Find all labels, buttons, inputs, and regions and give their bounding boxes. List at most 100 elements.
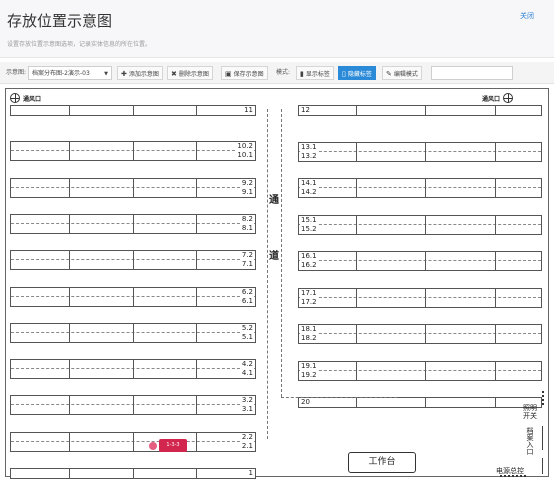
switch-ticks xyxy=(542,391,544,405)
shelf-unit[interactable]: 3.2 3.1 xyxy=(10,395,256,416)
shelf-unit[interactable]: 15.1 15.2 xyxy=(298,214,542,235)
shelf-unit[interactable]: 11 xyxy=(10,105,256,116)
shelf-unit[interactable]: 13.1 13.2 xyxy=(298,141,542,162)
vent-right: 通风口 xyxy=(482,93,514,103)
shelf-unit[interactable]: 16.1 16.2 xyxy=(298,251,542,271)
shelf-row xyxy=(299,188,541,197)
shelf-unit[interactable]: 19.1 19.2 xyxy=(298,360,542,381)
save-diagram-button[interactable]: ▣ 保存示意图 xyxy=(221,66,268,80)
shelf-unit[interactable]: 7.2 7.1 xyxy=(10,250,256,271)
shelf-divider xyxy=(196,287,197,306)
shelf-unit[interactable]: 17.1 17.2 xyxy=(298,287,542,308)
vent-right-label: 通风口 xyxy=(482,95,501,103)
shelf-label: 15.1 xyxy=(300,215,318,225)
shelf-unit[interactable]: 4.2 4.1 xyxy=(10,359,256,380)
chevron-down-icon: ▼ xyxy=(104,71,108,77)
bookmark-icon: ▮ xyxy=(300,70,304,78)
light-switch-line-2: 开关 xyxy=(523,412,537,420)
shelf-label: 4.2 xyxy=(240,360,254,370)
shelf-divider xyxy=(356,215,357,234)
plus-icon: ✚ xyxy=(121,70,127,78)
shelf-divider xyxy=(196,360,197,379)
shelf-divider xyxy=(69,287,70,306)
shelf-unit[interactable]: 14.1 14.2 xyxy=(298,178,542,198)
shelf-divider xyxy=(196,214,197,233)
shelf-unit[interactable]: 2.2 2.1 xyxy=(10,431,256,452)
shelf-row xyxy=(299,325,541,334)
shelf-label: 18.1 xyxy=(300,325,318,334)
workbench: 工作台 xyxy=(348,452,416,473)
shelf-unit[interactable]: 6.2 6.1 xyxy=(10,286,256,307)
shelf-unit[interactable]: 5.2 5.1 xyxy=(10,322,256,343)
shelf-divider xyxy=(196,142,197,161)
shelf-label: 10.1 xyxy=(236,151,254,161)
shelf-divider xyxy=(69,396,70,415)
shelf-label: 3.1 xyxy=(240,405,254,415)
shelf-divider xyxy=(495,142,496,161)
shelf-row xyxy=(299,225,541,234)
shelf-divider xyxy=(133,214,134,233)
edit-mode-button[interactable]: ✎ 编辑模式 xyxy=(382,66,422,80)
shelf-divider xyxy=(356,106,357,115)
shelf-divider xyxy=(356,288,357,307)
shelf-divider xyxy=(495,288,496,307)
shelf-divider xyxy=(196,251,197,270)
shelf-divider xyxy=(495,361,496,380)
shelf-row xyxy=(299,371,541,380)
delete-diagram-button[interactable]: ✖ 删除示意图 xyxy=(167,66,213,80)
shelf-divider xyxy=(133,287,134,306)
location-marker[interactable] xyxy=(149,442,157,450)
shelf-unit[interactable]: 8.2 8.1 xyxy=(10,213,256,234)
shelf-divider xyxy=(69,251,70,270)
shelf-divider xyxy=(425,398,426,407)
aisle-line-left xyxy=(267,109,268,439)
shelf-unit[interactable]: 20 xyxy=(298,397,542,408)
shelf-divider xyxy=(425,252,426,270)
shelf-unit[interactable]: 10.2 10.1 xyxy=(10,141,256,162)
bookmark-outline-icon: ▯ xyxy=(342,70,346,78)
shelf-unit[interactable]: 9.2 9.1 xyxy=(10,177,256,198)
add-diagram-button[interactable]: ✚ 添加示意图 xyxy=(117,66,163,80)
hide-tags-button[interactable]: ▯ 隐藏标签 xyxy=(338,66,376,80)
toolbar: 示意图: 档案分布图-2演示-03 ▼ ✚ 添加示意图 ✖ 删除示意图 ▣ 保存示意图… xyxy=(0,62,554,84)
add-diagram-label: 添加示意图 xyxy=(128,71,159,78)
shelf-label: 20 xyxy=(300,398,311,407)
show-tags-button[interactable]: ▮ 显示标签 xyxy=(296,66,334,80)
shelf-divider xyxy=(425,215,426,234)
save-diagram-label: 保存示意图 xyxy=(233,71,264,78)
page-title: 存放位置示意图 xyxy=(7,12,113,30)
shelf-divider xyxy=(425,361,426,380)
shelf-divider xyxy=(356,398,357,407)
shelf-row xyxy=(299,106,541,115)
shelf-divider xyxy=(133,396,134,415)
shelf-divider xyxy=(196,432,197,451)
vent-left-label: 通风口 xyxy=(23,95,42,103)
shelf-divider xyxy=(69,142,70,161)
shelf-row xyxy=(299,143,541,152)
shelf-label: 18.2 xyxy=(300,334,318,343)
shelf-divider xyxy=(196,106,197,115)
location-tag[interactable]: 1-3-3 xyxy=(159,439,187,452)
shelf-label: 14.2 xyxy=(300,188,318,197)
shelf-divider xyxy=(69,106,70,115)
diagram-select[interactable]: 档案分布图-2演示-03 ▼ xyxy=(28,66,112,80)
shelf-unit[interactable]: 18.1 18.2 xyxy=(298,324,542,344)
save-icon: ▣ xyxy=(225,70,232,78)
shelf-divider xyxy=(196,323,197,342)
shelf-divider xyxy=(69,469,70,478)
search-input[interactable] xyxy=(431,66,513,80)
vent-left: 通风口 xyxy=(10,93,41,103)
shelf-row xyxy=(299,298,541,307)
page-description: 设置存放位置示意图选项，记录实体信息的所在位置。 xyxy=(7,41,152,48)
diagram-select-value: 档案分布图-2演示-03 xyxy=(32,70,90,77)
shelf-divider xyxy=(425,179,426,197)
vent-icon xyxy=(503,93,514,103)
entrance-line xyxy=(542,426,543,450)
edit-mode-label: 编辑模式 xyxy=(393,71,418,78)
shelf-label: 8.1 xyxy=(240,223,254,233)
shelf-divider xyxy=(425,325,426,343)
close-link[interactable]: 关闭 xyxy=(520,11,534,21)
shelf-unit[interactable]: 1 xyxy=(10,468,256,479)
shelf-unit[interactable]: 12 xyxy=(298,105,542,116)
shelf-divider xyxy=(356,325,357,343)
